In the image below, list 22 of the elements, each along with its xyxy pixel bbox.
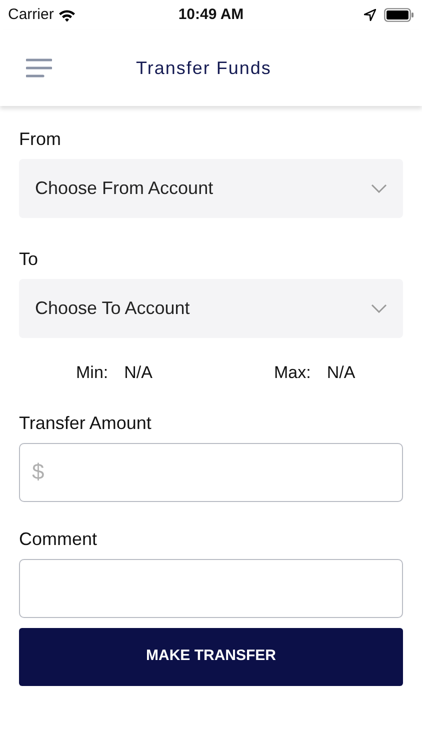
chevron-down-icon — [371, 304, 387, 313]
page-title: Transfer Funds — [136, 56, 272, 80]
comment-field[interactable] — [19, 558, 403, 618]
field-label: From — [19, 128, 62, 151]
limit-value: N/A — [124, 362, 152, 384]
field-label: Transfer Amount — [19, 412, 152, 434]
wifi-icon — [58, 8, 76, 22]
limit-value: N/A — [326, 362, 356, 384]
menu-icon[interactable] — [26, 58, 52, 78]
account-dropdown[interactable]: Choose From Account — [19, 159, 403, 218]
amount-field[interactable]: $ — [19, 442, 403, 502]
carrier-name: Carrier — [8, 4, 54, 25]
make-transfer-button[interactable]: MAKE TRANSFER — [19, 628, 403, 686]
account-dropdown[interactable]: Choose To Account — [19, 279, 403, 338]
limit-label: Min: — [76, 362, 108, 384]
status-time: 10:49 AM — [178, 4, 244, 25]
field-label: Comment — [19, 528, 98, 550]
field-label: To — [19, 248, 40, 271]
battery-icon — [384, 8, 414, 22]
location-arrow-icon — [364, 9, 376, 21]
limit-label: Max: — [274, 362, 311, 384]
chevron-down-icon — [371, 184, 387, 193]
